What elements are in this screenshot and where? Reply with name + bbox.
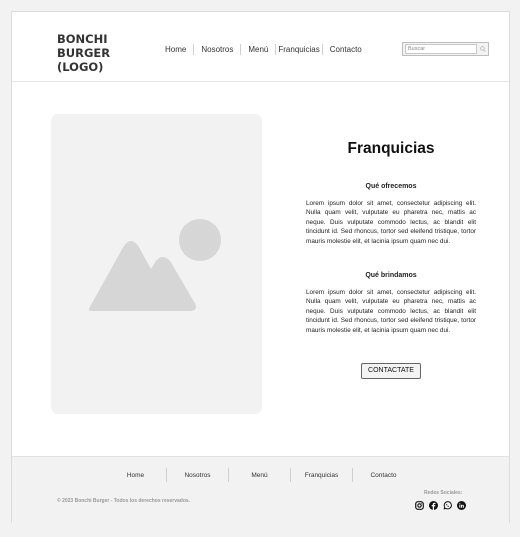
site-header: BONCHI BURGER (LOGO) Home Nosotros Menú … — [12, 12, 509, 82]
logo[interactable]: BONCHI BURGER (LOGO) — [57, 32, 137, 74]
logo-line-1: BONCHI — [57, 32, 108, 46]
footer-nav: Home Nosotros Menú Franquicias Contacto — [105, 468, 414, 482]
section-offer-title: Qué ofrecemos — [365, 183, 417, 190]
section-provide-title: Qué brindamos — [365, 272, 417, 280]
nav-franquicias[interactable]: Franquicias — [276, 45, 321, 54]
logo-line-2: BURGER — [57, 46, 111, 60]
nav-home[interactable]: Home — [158, 45, 193, 54]
franquicias-content: Franquicias Qué ofrecemos Lorem ipsum do… — [306, 140, 476, 380]
logo-line-3: (LOGO) — [57, 60, 104, 74]
footer-nav-nosotros[interactable]: Nosotros — [167, 472, 228, 479]
footer-nav-home[interactable]: Home — [105, 472, 166, 479]
search-button[interactable] — [477, 43, 488, 55]
image-placeholder — [51, 114, 262, 414]
copyright-text: © 2023 Bonchi Burger - Todos los derecho… — [57, 498, 191, 504]
search-icon — [479, 46, 486, 52]
social-links — [414, 500, 466, 510]
instagram-link[interactable] — [414, 500, 424, 510]
main-nav: Home Nosotros Menú Franquicias Contacto — [158, 44, 369, 55]
whatsapp-link[interactable] — [442, 500, 452, 510]
footer-nav-franquicias[interactable]: Franquicias — [291, 472, 352, 479]
nav-menu[interactable]: Menú — [241, 45, 275, 54]
cta-wrapper: CONTACTATE — [306, 359, 476, 380]
section-offer-text: Lorem ipsum dolor sit amet, consectetur … — [306, 200, 476, 245]
footer-nav-menu[interactable]: Menú — [229, 472, 290, 479]
whatsapp-icon — [443, 500, 452, 509]
nav-nosotros[interactable]: Nosotros — [194, 45, 240, 54]
site-footer: Home Nosotros Menú Franquicias Contacto … — [12, 456, 509, 523]
facebook-icon — [428, 500, 438, 510]
search-input[interactable] — [405, 44, 477, 54]
page-frame: BONCHI BURGER (LOGO) Home Nosotros Menú … — [11, 11, 510, 523]
linkedin-link[interactable] — [456, 500, 466, 510]
contactate-button[interactable]: CONTACTATE — [361, 363, 421, 380]
facebook-link[interactable] — [428, 500, 438, 510]
nav-contacto[interactable]: Contacto — [323, 45, 369, 54]
search-box — [402, 42, 489, 56]
page-title: Franquicias — [347, 140, 435, 157]
instagram-icon — [414, 500, 424, 510]
footer-nav-contacto[interactable]: Contacto — [353, 472, 414, 479]
image-placeholder-icon — [89, 219, 221, 311]
section-provide-text: Lorem ipsum dolor sit amet, consectetur … — [306, 289, 476, 334]
linkedin-icon — [456, 500, 466, 510]
social-label: Redes Sociales: — [424, 490, 463, 496]
